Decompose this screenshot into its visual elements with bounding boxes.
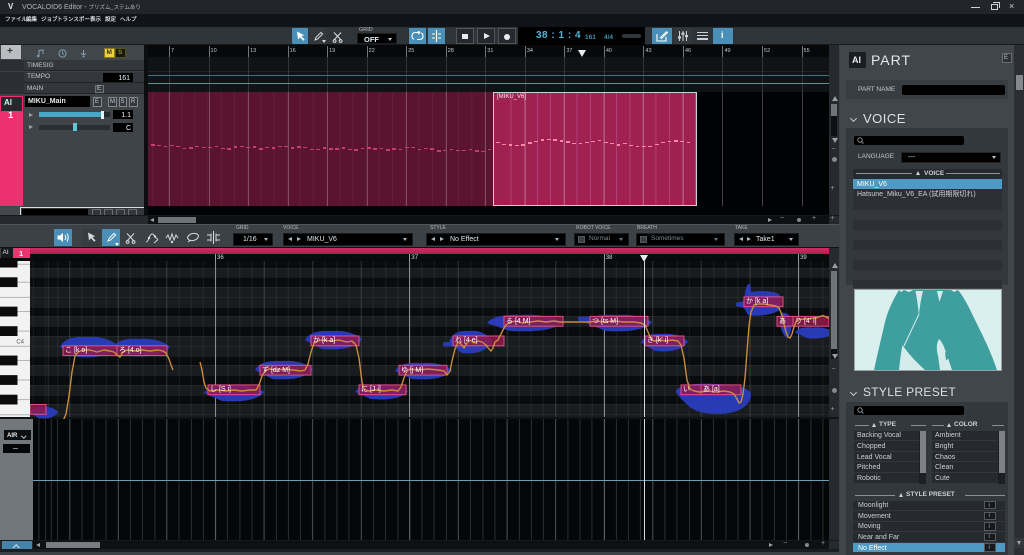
svg-text:C4: C4 <box>16 340 24 346</box>
